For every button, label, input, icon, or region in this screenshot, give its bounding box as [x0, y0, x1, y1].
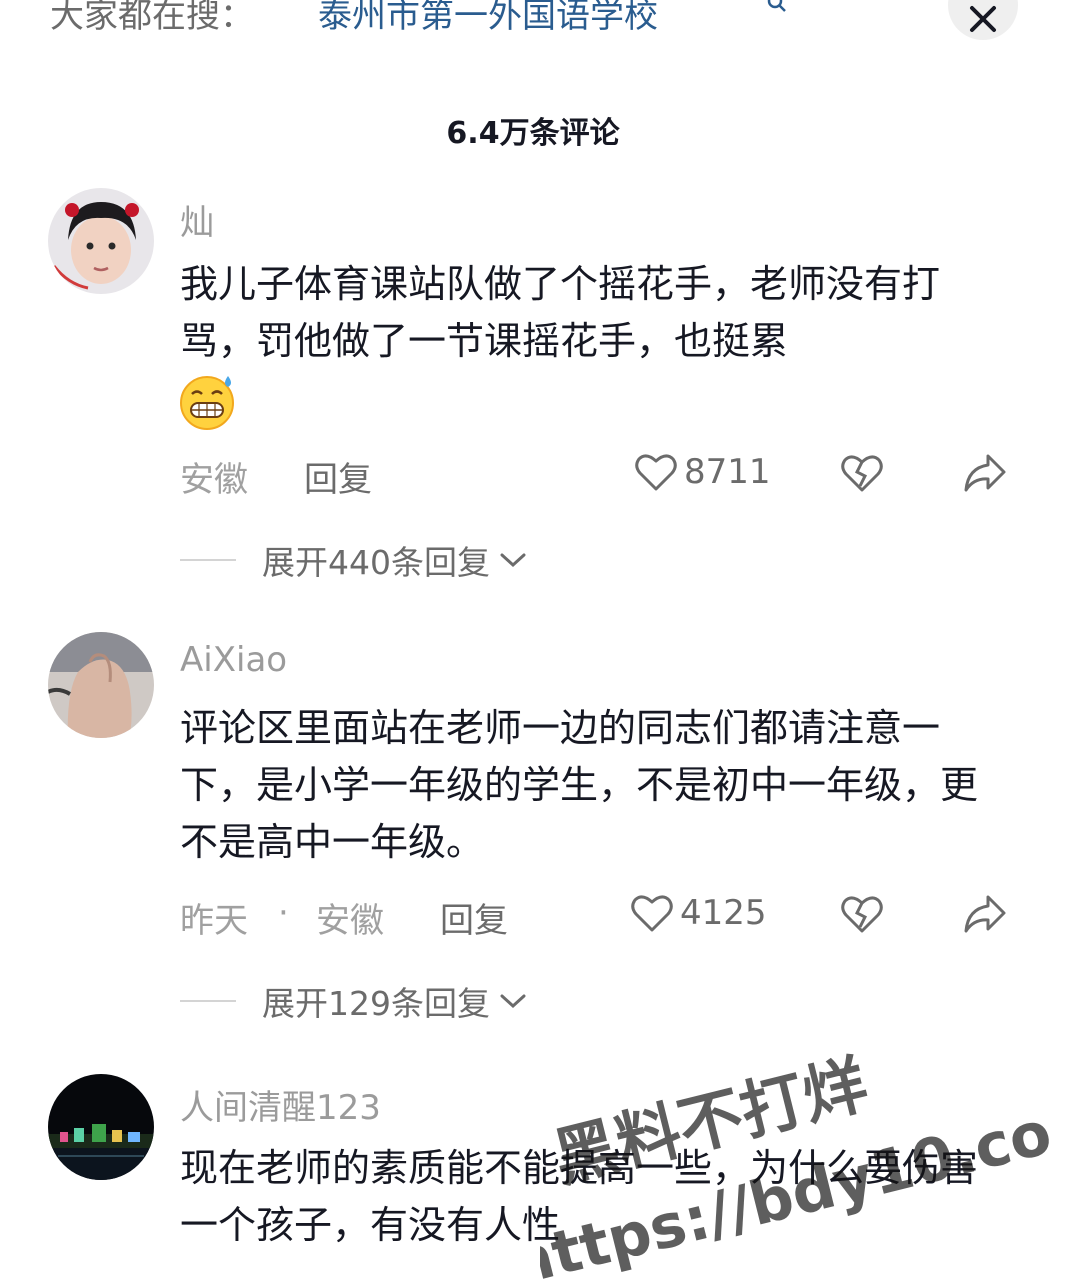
comment-time: 昨天 — [180, 901, 248, 941]
expand-divider — [180, 1000, 236, 1002]
expand-replies-label: 展开440条回复 — [262, 543, 490, 582]
heart-icon — [631, 895, 673, 932]
comment-location: 安徽 — [316, 901, 384, 941]
search-suggestion-bar: 大家都在搜： 泰州市第一外国语学校 — [0, 0, 1066, 60]
meta-separator: · — [278, 893, 289, 933]
comment-count-title: 6.4万条评论 — [446, 116, 620, 151]
search-prefix-label: 大家都在搜： — [50, 0, 254, 36]
broken-heart-icon[interactable] — [840, 452, 884, 496]
expand-replies-label: 展开129条回复 — [262, 984, 490, 1023]
share-icon[interactable] — [962, 452, 1006, 496]
expand-replies[interactable]: 展开440条回复 — [180, 536, 528, 584]
comment-username[interactable]: 人间清醒123 — [180, 1080, 381, 1129]
comment-text: 现在老师的素质能不能提高一些，为什么要伤害一个孩子，有没有人性 — [180, 1146, 979, 1247]
like-button[interactable]: 8711 — [634, 452, 771, 492]
reply-button[interactable]: 回复 — [440, 893, 508, 942]
like-count: 4125 — [680, 893, 767, 933]
broken-heart-icon[interactable] — [840, 893, 884, 937]
chevron-down-icon — [500, 994, 526, 1009]
search-icon — [766, 0, 788, 19]
expand-divider — [180, 559, 236, 561]
search-suggestion-link[interactable]: 泰州市第一外国语学校 — [318, 0, 658, 37]
comment-text: 评论区里面站在老师一边的同志们都请注意一下，是小学一年级的学生，不是初中一年级，… — [180, 706, 979, 864]
chevron-down-icon — [500, 553, 526, 568]
comment-location: 安徽 — [180, 460, 248, 500]
reply-button[interactable]: 回复 — [304, 452, 372, 501]
expand-replies[interactable]: 展开129条回复 — [180, 977, 528, 1025]
like-button[interactable]: 4125 — [630, 893, 767, 933]
avatar[interactable] — [48, 1074, 154, 1180]
comment-username[interactable]: 灿 — [180, 195, 214, 244]
like-count: 8711 — [684, 452, 771, 492]
avatar[interactable] — [48, 188, 154, 294]
avatar[interactable] — [48, 632, 154, 738]
comment-username[interactable]: AiXiao — [180, 640, 287, 680]
close-button[interactable] — [948, 0, 1018, 40]
grinning-sweat-emoji — [178, 372, 238, 432]
close-icon — [970, 6, 996, 32]
comment-text: 我儿子体育课站队做了个摇花手，老师没有打骂，罚他做了一节课摇花手，也挺累 — [180, 262, 941, 363]
share-icon[interactable] — [962, 893, 1006, 937]
heart-icon — [635, 454, 677, 491]
